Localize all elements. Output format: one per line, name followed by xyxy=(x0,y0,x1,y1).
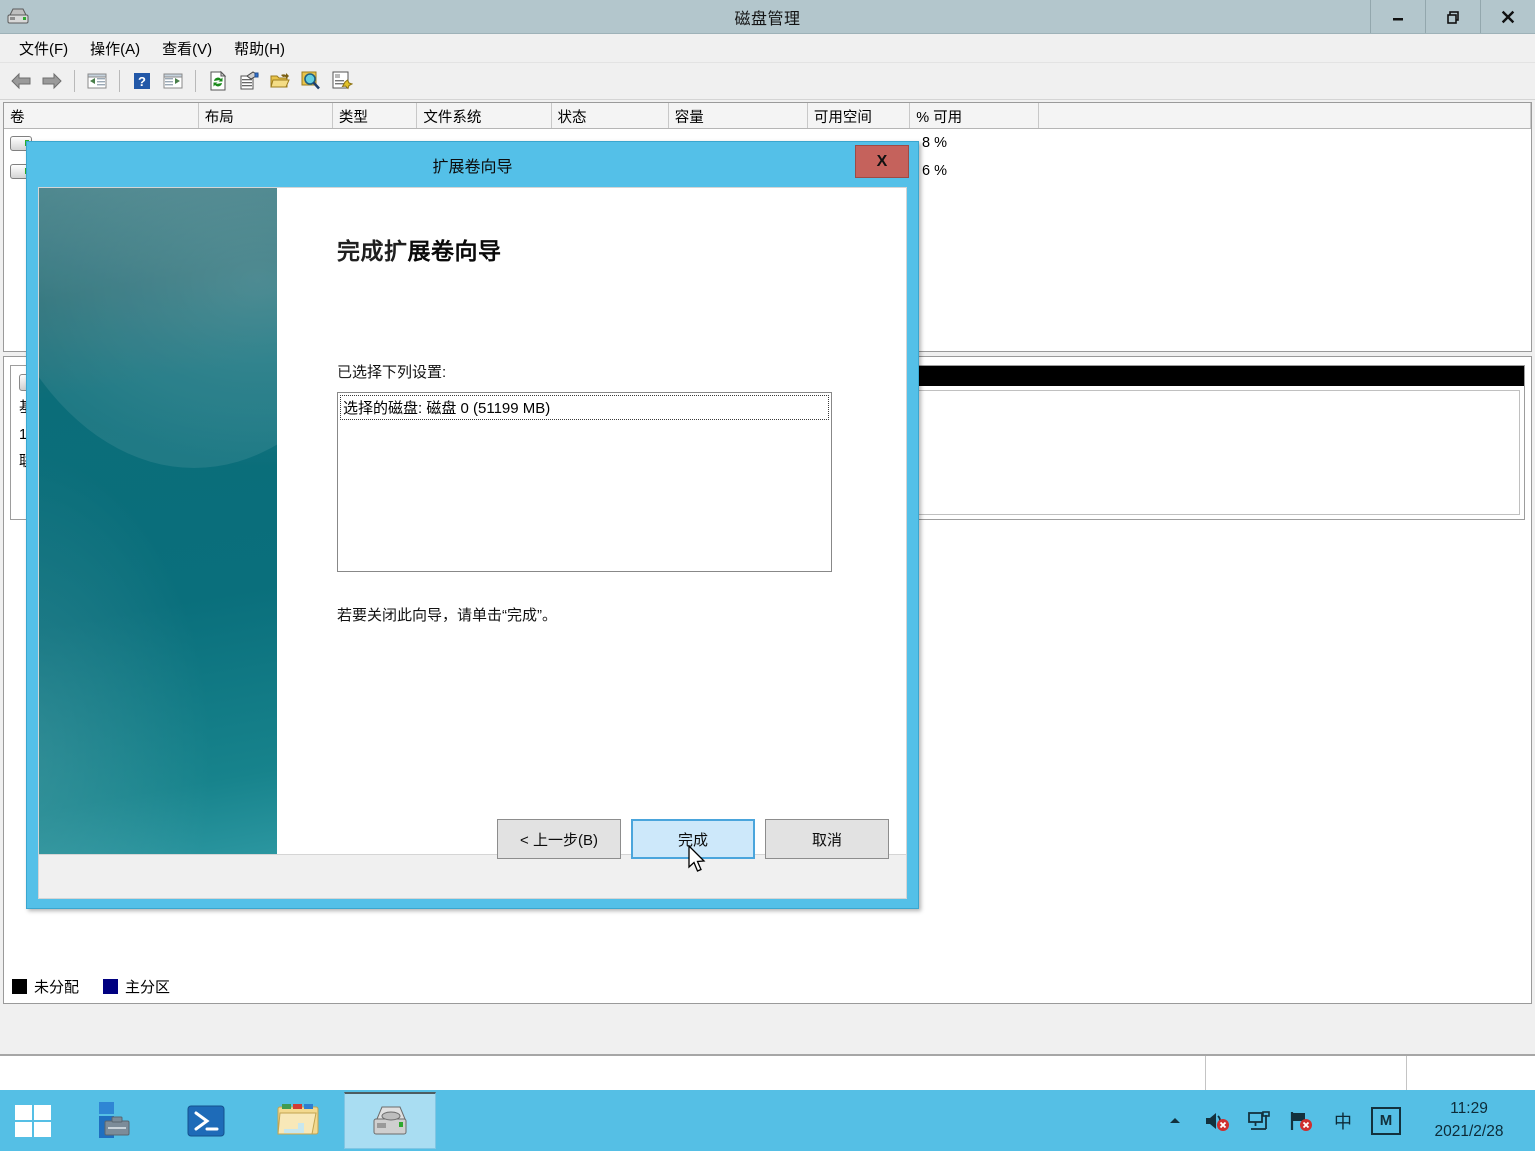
wizard-note: 若要关闭此向导，请单击“完成”。 xyxy=(337,604,866,625)
column-header-freespace[interactable]: 可用空间 xyxy=(808,103,910,128)
volume-list-header: 卷 布局 类型 文件系统 状态 容量 可用空间 % 可用 xyxy=(4,103,1531,129)
volume-muted-icon[interactable] xyxy=(1203,1106,1231,1136)
legend-label-unallocated: 未分配 xyxy=(34,976,79,997)
legend-label-primary: 主分区 xyxy=(125,976,170,997)
wizard-settings-listbox[interactable]: 选择的磁盘: 磁盘 0 (51199 MB) xyxy=(337,392,832,572)
column-header-filesystem[interactable]: 文件系统 xyxy=(417,103,551,128)
network-icon[interactable] xyxy=(1245,1106,1273,1136)
wizard-titlebar: 扩展卷向导 X xyxy=(27,142,918,187)
window-titlebar: 磁盘管理 xyxy=(0,0,1535,34)
forward-icon[interactable] xyxy=(37,67,67,95)
menu-action[interactable]: 操作(A) xyxy=(79,35,151,62)
taskbar-item-file-explorer[interactable] xyxy=(252,1092,344,1149)
back-button[interactable]: < 上一步(B) xyxy=(497,819,621,859)
toolbar-separator xyxy=(195,70,196,92)
menu-view[interactable]: 查看(V) xyxy=(151,35,223,62)
action-center-flag-icon[interactable] xyxy=(1287,1106,1315,1136)
status-bar-segment-1 xyxy=(1206,1056,1407,1090)
column-header-layout[interactable]: 布局 xyxy=(199,103,333,128)
column-header-type[interactable]: 类型 xyxy=(333,103,418,128)
taskbar-item-disk-management[interactable] xyxy=(344,1092,436,1149)
cancel-button[interactable]: 取消 xyxy=(765,819,889,859)
show-hidden-icons-chevron-icon[interactable] xyxy=(1161,1106,1189,1136)
wizard-icon[interactable] xyxy=(327,67,357,95)
column-header-filler[interactable] xyxy=(1039,103,1531,128)
wizard-side-banner xyxy=(39,188,277,854)
svg-text:?: ? xyxy=(138,74,146,89)
finish-button[interactable]: 完成 xyxy=(631,819,755,859)
legend: 未分配 主分区 xyxy=(12,976,170,997)
toolbar-separator xyxy=(119,70,120,92)
legend-swatch-unallocated xyxy=(12,979,27,994)
column-header-capacity[interactable]: 容量 xyxy=(669,103,808,128)
window-title: 磁盘管理 xyxy=(0,5,1535,29)
search-icon[interactable] xyxy=(296,67,326,95)
extend-volume-wizard-dialog: 扩展卷向导 X 完成扩展卷向导 已选择下列设置: 选择的磁盘: 磁盘 0 (51… xyxy=(26,141,919,909)
help-icon[interactable]: ? xyxy=(127,67,157,95)
percent-free-cell: 8 % xyxy=(916,135,1046,151)
ime-language-icon[interactable]: 中 xyxy=(1329,1106,1357,1136)
close-button[interactable] xyxy=(1480,0,1535,33)
status-bar-message xyxy=(0,1056,1206,1090)
menubar: 文件(F) 操作(A) 查看(V) 帮助(H) xyxy=(0,34,1535,63)
menu-file[interactable]: 文件(F) xyxy=(8,35,79,62)
status-bar xyxy=(0,1054,1535,1090)
clock-date: 2021/2/28 xyxy=(1421,1121,1517,1143)
back-icon[interactable] xyxy=(6,67,36,95)
clock[interactable]: 11:29 2021/2/28 xyxy=(1415,1098,1527,1143)
percent-free-cell: 6 % xyxy=(916,163,1046,179)
legend-swatch-primary xyxy=(103,979,118,994)
start-button[interactable] xyxy=(0,1090,68,1151)
column-header-volume[interactable]: 卷 xyxy=(4,103,199,128)
wizard-body: 完成扩展卷向导 已选择下列设置: 选择的磁盘: 磁盘 0 (51199 MB) … xyxy=(38,187,907,855)
clock-time: 11:29 xyxy=(1421,1098,1517,1120)
wizard-footer: < 上一步(B) 完成 取消 xyxy=(38,855,907,899)
taskbar-item-server-manager[interactable] xyxy=(68,1092,160,1149)
taskbar: 中 M 11:29 2021/2/28 xyxy=(0,1090,1535,1151)
wizard-close-button[interactable]: X xyxy=(855,145,909,178)
wizard-title: 扩展卷向导 xyxy=(432,153,512,177)
restore-button[interactable] xyxy=(1425,0,1480,33)
taskbar-item-powershell[interactable] xyxy=(160,1092,252,1149)
wizard-button-row: < 上一步(B) 完成 取消 xyxy=(497,819,889,859)
list-item[interactable]: 选择的磁盘: 磁盘 0 (51199 MB) xyxy=(340,395,829,420)
column-header-percent-free[interactable]: % 可用 xyxy=(910,103,1039,128)
menu-help[interactable]: 帮助(H) xyxy=(223,35,296,62)
properties-icon[interactable] xyxy=(234,67,264,95)
rescan-disks-icon[interactable] xyxy=(203,67,233,95)
show-hide-console-tree-icon[interactable] xyxy=(82,67,112,95)
wizard-settings-label: 已选择下列设置: xyxy=(337,361,866,382)
ime-mode-icon[interactable]: M xyxy=(1371,1107,1401,1135)
toolbar-separator xyxy=(74,70,75,92)
wizard-heading: 完成扩展卷向导 xyxy=(337,232,866,266)
disk-management-icon xyxy=(6,4,30,28)
toolbar: ? xyxy=(0,63,1535,100)
open-folder-icon[interactable] xyxy=(265,67,295,95)
column-header-status[interactable]: 状态 xyxy=(552,103,669,128)
window-controls xyxy=(1370,0,1535,33)
system-tray: 中 M 11:29 2021/2/28 xyxy=(1161,1090,1527,1151)
minimize-button[interactable] xyxy=(1370,0,1425,33)
status-bar-segment-2 xyxy=(1407,1056,1535,1090)
show-action-pane-icon[interactable] xyxy=(158,67,188,95)
